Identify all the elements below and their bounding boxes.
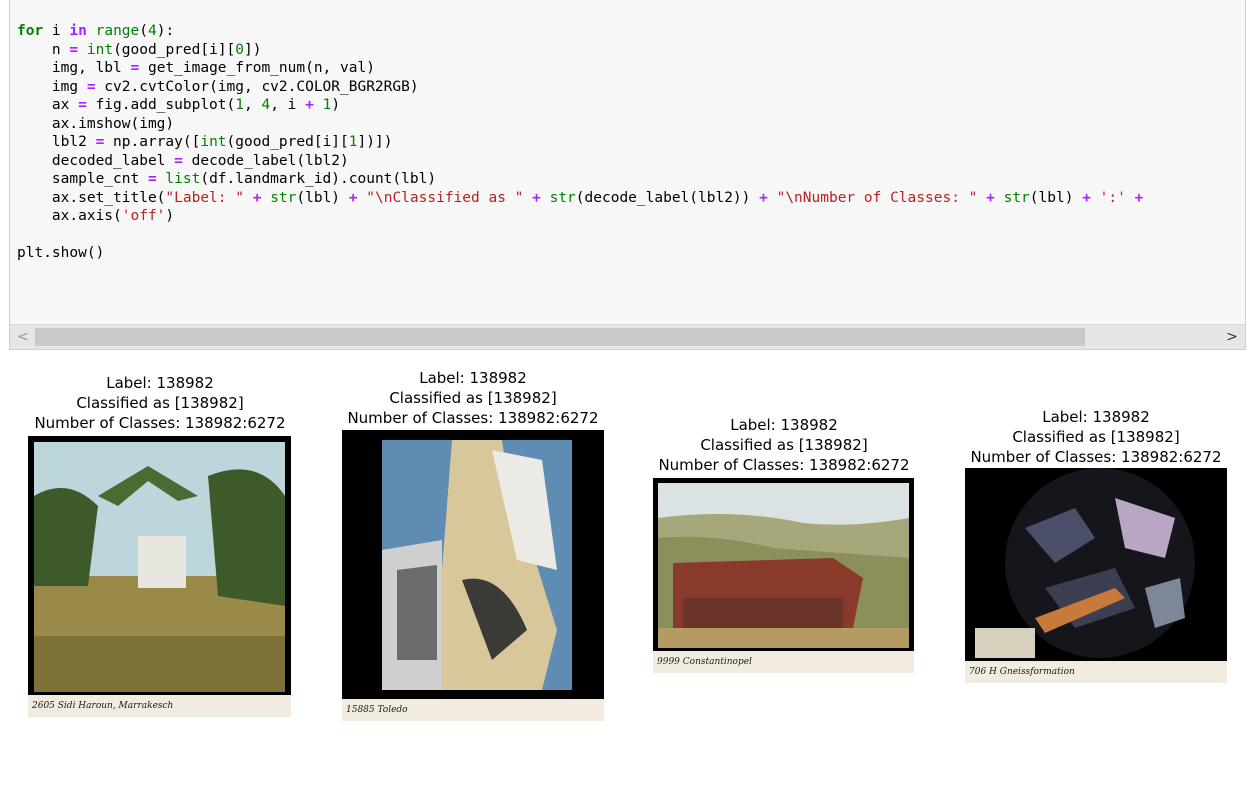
image-caption: 2605 Sidi Haroun, Marrakesch bbox=[28, 695, 291, 717]
image-caption: 9999 Constantinopel bbox=[653, 651, 914, 673]
title-classified-line: Classified as [138982] bbox=[76, 394, 244, 412]
title-classified-line: Classified as [138982] bbox=[389, 389, 557, 407]
constantinople-landscape-image bbox=[658, 483, 909, 648]
code-cell[interactable]: for i in range(4): n = int(good_pred[i][… bbox=[9, 0, 1246, 350]
output-panel-2: Label: 138982 Classified as [138982] Num… bbox=[333, 368, 613, 428]
title-label-line: Label: 138982 bbox=[730, 416, 838, 434]
title-classes-line: Number of Classes: 138982:6272 bbox=[970, 448, 1222, 466]
title-classes-line: Number of Classes: 138982:6272 bbox=[347, 409, 599, 427]
title-classified-line: Classified as [138982] bbox=[700, 436, 868, 454]
output-image-2: 15885 Toledo bbox=[342, 430, 604, 721]
output-image-1: 2605 Sidi Haroun, Marrakesch bbox=[28, 436, 291, 717]
title-label-line: Label: 138982 bbox=[106, 374, 214, 392]
title-classes-line: Number of Classes: 138982:6272 bbox=[658, 456, 910, 474]
output-panel-4: Label: 138982 Classified as [138982] Num… bbox=[956, 407, 1236, 467]
panel-title: Label: 138982 Classified as [138982] Num… bbox=[20, 373, 300, 433]
output-image-4: 706 H Gneissformation bbox=[965, 468, 1227, 683]
title-label-line: Label: 138982 bbox=[1042, 408, 1150, 426]
panel-title: Label: 138982 Classified as [138982] Num… bbox=[333, 368, 613, 428]
code-editor[interactable]: for i in range(4): n = int(good_pred[i][… bbox=[17, 22, 1143, 263]
title-classes-line: Number of Classes: 138982:6272 bbox=[34, 414, 286, 432]
title-classified-line: Classified as [138982] bbox=[1012, 428, 1180, 446]
image-caption: 706 H Gneissformation bbox=[965, 661, 1227, 683]
panel-title: Label: 138982 Classified as [138982] Num… bbox=[644, 415, 924, 475]
scroll-right-icon[interactable]: > bbox=[1223, 328, 1241, 346]
palm-oasis-image bbox=[34, 442, 285, 692]
scroll-left-icon[interactable]: < bbox=[14, 328, 32, 346]
scrollbar-thumb[interactable] bbox=[35, 328, 1085, 346]
panel-title: Label: 138982 Classified as [138982] Num… bbox=[956, 407, 1236, 467]
image-caption: 15885 Toledo bbox=[342, 699, 604, 721]
output-panel-1: Label: 138982 Classified as [138982] Num… bbox=[20, 373, 300, 433]
toledo-ruin-image bbox=[382, 440, 572, 690]
horizontal-scrollbar[interactable]: < > bbox=[10, 324, 1245, 349]
output-image-3: 9999 Constantinopel bbox=[653, 478, 914, 673]
output-panel-3: Label: 138982 Classified as [138982] Num… bbox=[644, 415, 924, 475]
title-label-line: Label: 138982 bbox=[419, 369, 527, 387]
mineral-thin-section-image bbox=[975, 468, 1195, 658]
